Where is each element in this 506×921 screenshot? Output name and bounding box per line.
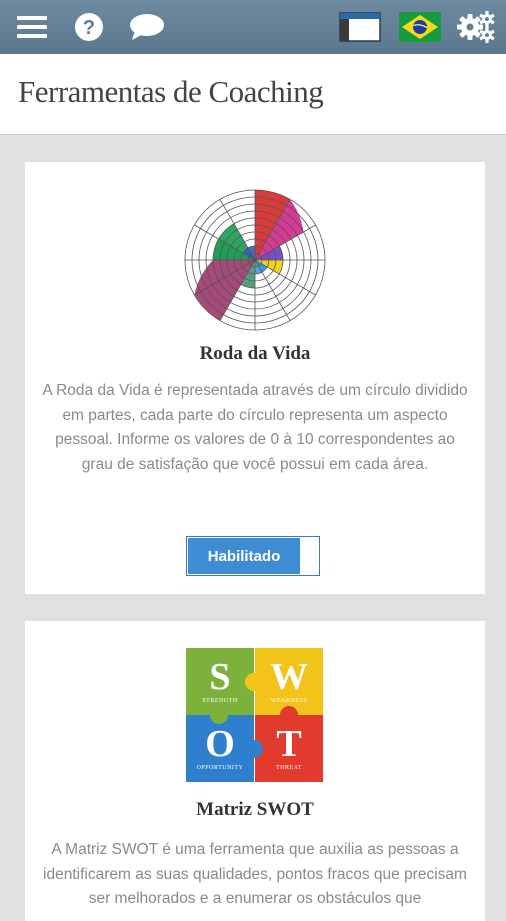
card-title: Matriz SWOT — [196, 799, 314, 820]
swot-letter: T — [276, 723, 302, 765]
card-description: A Matriz SWOT é uma ferramenta que auxil… — [43, 841, 467, 907]
swot-letter: O — [205, 723, 235, 765]
puzzle-knob-top — [245, 673, 263, 691]
puzzle-knob-left — [210, 706, 228, 724]
swot-threat-quadrant: T THREAT — [255, 715, 323, 782]
swot-word: THREAT — [276, 765, 302, 771]
card-title: Roda da Vida — [199, 343, 311, 364]
puzzle-knob-bottom — [245, 740, 263, 758]
swot-strength-quadrant: S STRENGTH — [186, 648, 254, 715]
help-icon[interactable]: ? — [72, 8, 106, 46]
chat-icon[interactable] — [128, 8, 166, 46]
swot-word: WEAKNESS — [270, 698, 308, 704]
card-description: A Roda da Vida é representada através de… — [42, 382, 468, 473]
swot-letter: W — [270, 656, 308, 698]
matriz-swot-card[interactable]: S STRENGTH W WEAKNESS O OPPORTUNITY T TH… — [25, 621, 485, 921]
life-wheel-icon — [184, 189, 326, 331]
toggle-label: Habilitado — [188, 538, 300, 574]
swot-word: STRENGTH — [202, 698, 238, 704]
swot-letter: S — [209, 656, 231, 698]
swot-word: OPPORTUNITY — [196, 765, 244, 771]
window-icon[interactable] — [338, 8, 382, 46]
top-navigation-bar: ? — [0, 0, 506, 54]
title-bar: Ferramentas de Coaching — [0, 54, 506, 135]
puzzle-knob-right — [280, 706, 298, 724]
brazil-flag-icon[interactable] — [398, 8, 442, 46]
swot-opportunity-quadrant: O OPPORTUNITY — [186, 715, 254, 782]
swot-matrix-icon: S STRENGTH W WEAKNESS O OPPORTUNITY T TH… — [186, 648, 323, 782]
enabled-toggle[interactable]: Habilitado — [186, 536, 320, 576]
settings-icon[interactable] — [456, 8, 496, 46]
roda-da-vida-card[interactable]: Roda da Vida A Roda da Vida é representa… — [25, 162, 485, 594]
svg-text:?: ? — [83, 17, 95, 39]
page-title: Ferramentas de Coaching — [18, 74, 324, 109]
swot-weakness-quadrant: W WEAKNESS — [255, 648, 323, 715]
menu-icon[interactable] — [14, 8, 50, 46]
